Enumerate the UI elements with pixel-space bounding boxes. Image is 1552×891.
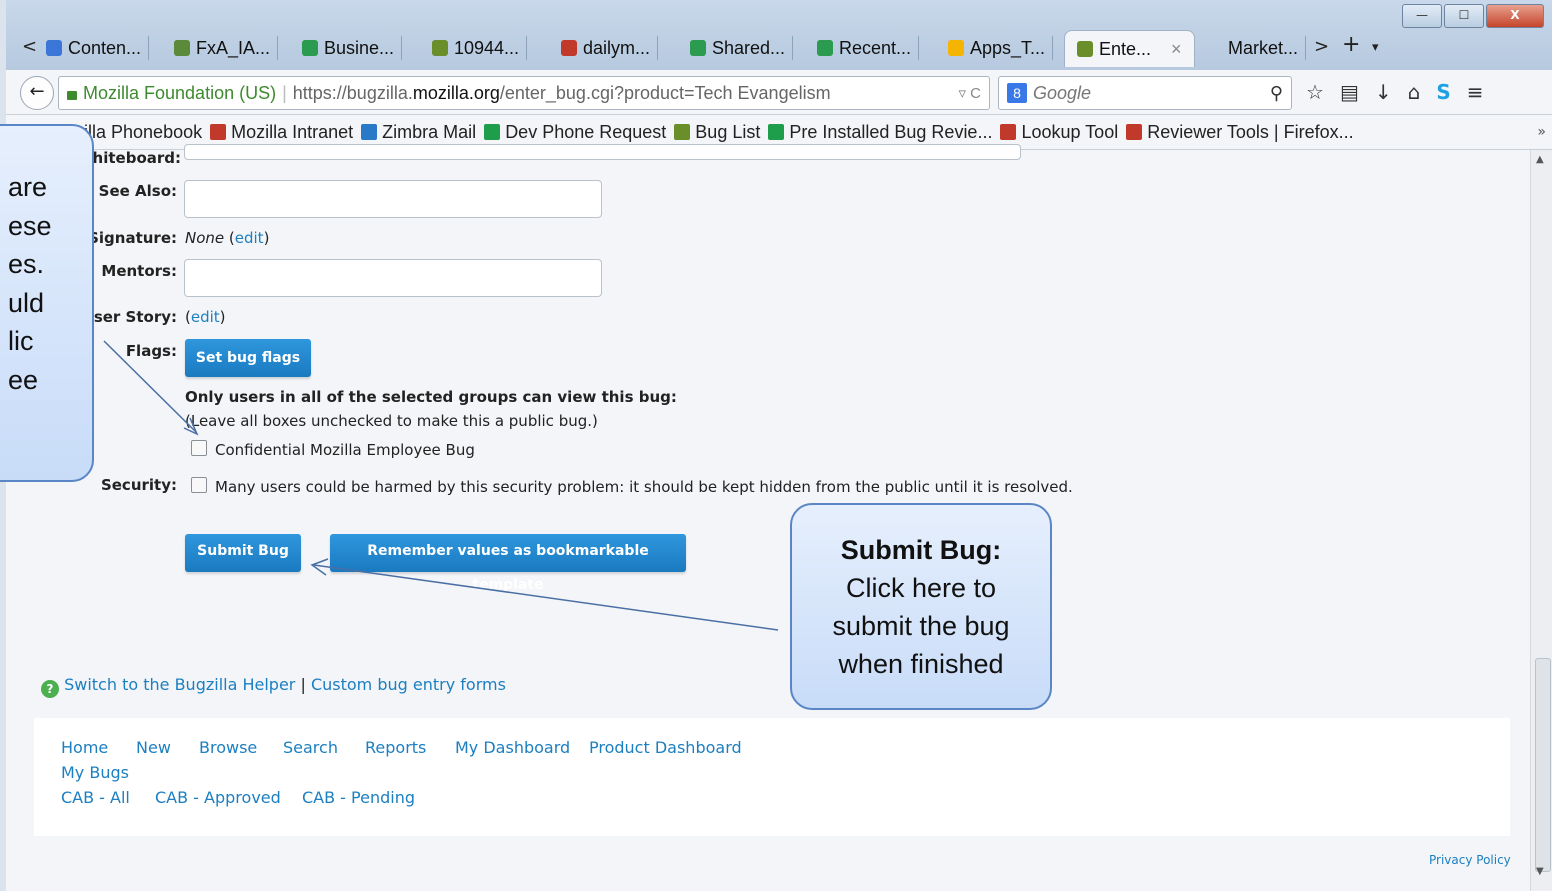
callout-submit-bug: Submit Bug: Click here to submit the bug… xyxy=(790,503,1052,710)
callout-groups-line: lic xyxy=(8,326,34,356)
callout-groups-line: ese xyxy=(8,210,52,241)
browser-window: < Conten... FxA_IA... Busine... 10944... dai… xyxy=(0,0,1552,891)
callout-submit-line-2: submit the bug xyxy=(832,611,1010,641)
annotation-arrows xyxy=(103,340,779,631)
callout-groups: are ese es. uld lic ee xyxy=(0,124,94,482)
callout-groups-line: are xyxy=(8,172,48,202)
callout-submit-line-1: Click here to xyxy=(845,573,997,603)
callout-groups-line: uld xyxy=(8,287,45,318)
callout-groups-line: es. xyxy=(8,249,45,279)
callout-submit-line-3: when finished xyxy=(838,649,1004,679)
callout-groups-line: ee xyxy=(8,364,39,395)
submit-arrow-line xyxy=(313,564,779,631)
flags-arrow-line xyxy=(103,340,197,433)
callout-submit-title: Submit Bug: xyxy=(840,535,1002,565)
